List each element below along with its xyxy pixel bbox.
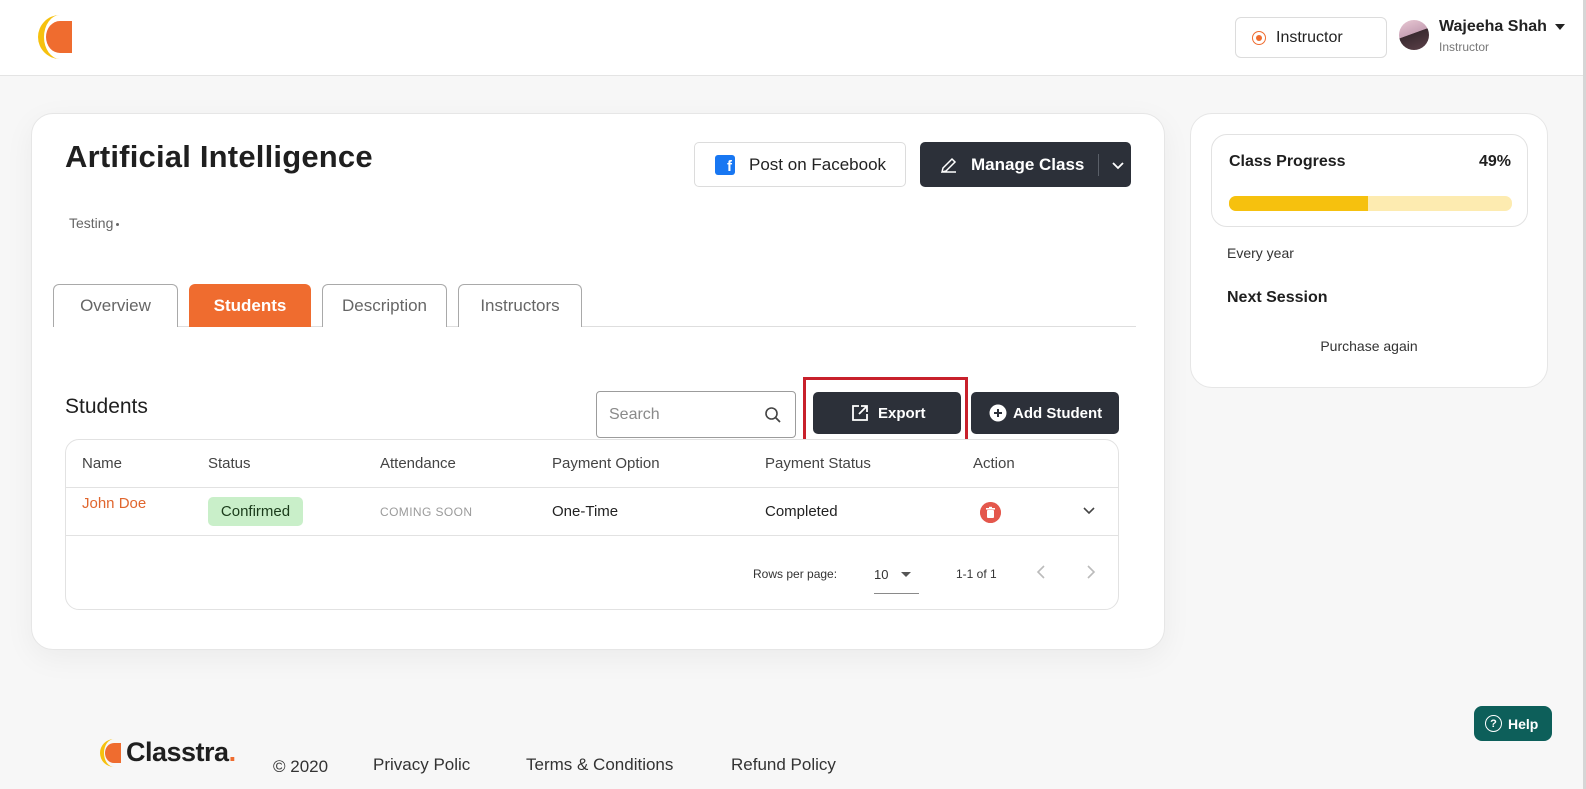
help-label: Help bbox=[1508, 715, 1539, 732]
add-student-label: Add Student bbox=[1013, 404, 1103, 422]
export-label: Export bbox=[878, 404, 926, 422]
role-label: Instructor bbox=[1276, 28, 1343, 46]
tab-description[interactable]: Description bbox=[322, 284, 447, 327]
facebook-icon: f bbox=[715, 154, 735, 175]
class-progress: Class Progress 49% bbox=[1211, 134, 1528, 227]
next-session-heading: Next Session bbox=[1227, 289, 1328, 306]
chevron-down-icon[interactable] bbox=[1111, 158, 1125, 172]
students-heading: Students bbox=[65, 395, 148, 418]
column-status[interactable]: Status bbox=[208, 455, 251, 472]
search-icon[interactable] bbox=[764, 406, 782, 424]
students-table: Name Status Attendance Payment Option Pa… bbox=[65, 439, 1119, 610]
terms-link[interactable]: Terms & Conditions bbox=[526, 755, 673, 775]
privacy-policy-link[interactable]: Privacy Polic bbox=[373, 755, 470, 775]
column-action: Action bbox=[973, 455, 1015, 472]
payment-status-value: Completed bbox=[765, 503, 838, 520]
subtitle-dot bbox=[116, 222, 120, 226]
logo-icon[interactable] bbox=[38, 13, 74, 61]
refund-policy-link[interactable]: Refund Policy bbox=[731, 755, 836, 775]
class-card: Artificial Intelligence Testing f Post o… bbox=[31, 113, 1165, 650]
trash-icon[interactable] bbox=[980, 502, 1001, 523]
search-input[interactable] bbox=[609, 405, 754, 424]
search-box[interactable] bbox=[596, 391, 796, 438]
column-payment-option[interactable]: Payment Option bbox=[552, 455, 660, 472]
progress-percent: 49% bbox=[1478, 153, 1511, 170]
copyright: © 2020 bbox=[273, 757, 329, 776]
table-row: John Doe Confirmed COMING SOON One-Time … bbox=[66, 488, 1118, 536]
rows-per-page-select[interactable]: 10 bbox=[874, 560, 919, 594]
manage-class-button[interactable]: Manage Class bbox=[920, 142, 1131, 187]
radio-icon bbox=[1252, 30, 1266, 45]
brand-name: Classtra bbox=[126, 737, 229, 767]
table-header: Name Status Attendance Payment Option Pa… bbox=[66, 440, 1118, 488]
chevron-left-icon[interactable] bbox=[1034, 562, 1048, 582]
status-badge: Confirmed bbox=[208, 497, 303, 526]
progress-label: Class Progress bbox=[1229, 153, 1346, 170]
add-student-button[interactable]: Add Student bbox=[971, 392, 1119, 434]
post-facebook-label: Post on Facebook bbox=[749, 154, 887, 174]
top-bar: Instructor Wajeeha Shah Instructor bbox=[0, 0, 1586, 76]
tab-instructors[interactable]: Instructors bbox=[458, 284, 582, 327]
footer-logo[interactable]: Classtra. bbox=[100, 737, 236, 768]
pencil-icon bbox=[940, 157, 957, 173]
button-separator bbox=[1098, 153, 1100, 176]
page-range: 1-1 of 1 bbox=[956, 567, 997, 581]
expand-icon[interactable] bbox=[1082, 504, 1096, 518]
tab-students[interactable]: Students bbox=[189, 284, 311, 327]
tab-bar: Overview Students Description Instructor… bbox=[53, 284, 1136, 327]
class-sidebar: Class Progress 49% Every year Next Sessi… bbox=[1190, 113, 1548, 388]
payment-option-value: One-Time bbox=[552, 503, 619, 520]
progress-bar-fill bbox=[1229, 196, 1368, 211]
caret-down-icon bbox=[1554, 24, 1565, 30]
class-frequency: Every year bbox=[1227, 245, 1294, 261]
brand-dot: . bbox=[228, 737, 237, 767]
export-button[interactable]: Export bbox=[813, 392, 961, 434]
chevron-right-icon[interactable] bbox=[1084, 562, 1098, 582]
export-icon bbox=[852, 405, 868, 421]
post-facebook-button[interactable]: f Post on Facebook bbox=[694, 142, 906, 187]
manage-class-label: Manage Class bbox=[971, 154, 1085, 174]
caret-down-icon bbox=[901, 572, 911, 577]
logo-icon bbox=[100, 738, 121, 767]
role-switch-button[interactable]: Instructor bbox=[1235, 17, 1387, 58]
user-role: Instructor bbox=[1439, 40, 1490, 54]
class-subtitle: Testing bbox=[69, 215, 120, 231]
column-attendance[interactable]: Attendance bbox=[380, 455, 456, 472]
rows-per-page-label: Rows per page: bbox=[753, 567, 838, 581]
rows-per-page-value: 10 bbox=[874, 567, 889, 582]
avatar bbox=[1399, 20, 1429, 50]
plus-circle-icon bbox=[989, 404, 1007, 422]
help-icon: ? bbox=[1485, 715, 1502, 732]
student-name-link[interactable]: John Doe bbox=[82, 495, 146, 512]
purchase-again-link[interactable]: Purchase again bbox=[1191, 338, 1547, 354]
attendance-value: COMING SOON bbox=[380, 505, 473, 519]
column-name[interactable]: Name bbox=[82, 455, 122, 472]
class-subtitle-text: Testing bbox=[69, 215, 114, 231]
pagination: Rows per page: 10 1-1 of 1 bbox=[66, 536, 1118, 610]
user-menu[interactable]: Wajeeha Shah Instructor bbox=[1399, 18, 1565, 54]
progress-bar bbox=[1229, 196, 1512, 211]
brand-wordmark: Classtra. bbox=[126, 737, 236, 768]
column-payment-status[interactable]: Payment Status bbox=[765, 455, 871, 472]
help-button[interactable]: ? Help bbox=[1474, 706, 1552, 741]
user-name: Wajeeha Shah bbox=[1439, 18, 1547, 35]
page-title: Artificial Intelligence bbox=[65, 139, 373, 174]
tab-overview[interactable]: Overview bbox=[53, 284, 178, 327]
